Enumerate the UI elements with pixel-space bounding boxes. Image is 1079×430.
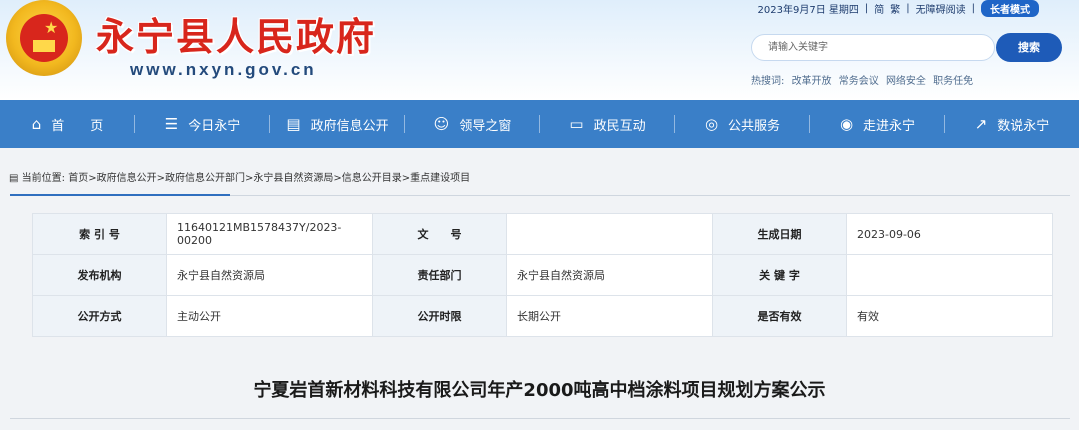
- hot-word-link[interactable]: 改革开放: [792, 76, 832, 87]
- nav-label: 政府信息公开: [310, 118, 389, 134]
- simplified-link[interactable]: 简: [874, 1, 884, 16]
- hot-word-link[interactable]: 常务会议: [839, 76, 879, 87]
- nav-item-gov-info[interactable]: ▤ 政府信息公开: [270, 100, 405, 148]
- document-icon: ▤: [286, 115, 301, 133]
- keyword-label: 关 键 字: [712, 254, 847, 296]
- keyword-value: [846, 254, 1053, 296]
- nav-label: 首 页: [51, 118, 104, 134]
- nav-item-interaction[interactable]: ▭ 政民互动: [540, 100, 675, 148]
- accessible-reading-link[interactable]: 无障碍阅读: [916, 1, 966, 16]
- breadcrumb-accent: [10, 194, 230, 196]
- table-row: 公开方式 主动公开 公开时限 长期公开 是否有效 有效: [32, 295, 1053, 337]
- publisher-label: 发布机构: [32, 254, 167, 296]
- hot-word-link[interactable]: 职务任免: [933, 76, 973, 87]
- search-button[interactable]: 搜索: [996, 33, 1062, 62]
- chat-icon: ▭: [569, 115, 584, 133]
- generated-date-value: 2023-09-06: [846, 213, 1053, 255]
- doc-number-value: [506, 213, 713, 255]
- nav-item-today[interactable]: ☰ 今日永宁: [135, 100, 270, 148]
- responsible-dept-label: 责任部门: [372, 254, 507, 296]
- breadcrumb-path[interactable]: 首页>政府信息公开>政府信息公开部门>永宁县自然资源局>信息公开目录>重点建设项…: [68, 173, 470, 184]
- doc-number-label: 文 号: [372, 213, 507, 255]
- people-icon: ☺: [433, 115, 450, 133]
- list-icon: ☰: [164, 115, 179, 133]
- nav-item-home[interactable]: ⌂ 首 页: [0, 100, 135, 148]
- validity-value: 有效: [846, 295, 1053, 337]
- nav-label: 数说永宁: [997, 118, 1050, 134]
- home-icon: ⌂: [31, 115, 42, 133]
- breadcrumb: ▤ 当前位置: 首页>政府信息公开>政府信息公开部门>永宁县自然资源局>信息公开…: [9, 169, 470, 184]
- trend-icon: ↗: [974, 115, 988, 133]
- index-value: 11640121MB1578437Y/2023-00200: [166, 213, 373, 255]
- disclosure-mode-value: 主动公开: [166, 295, 373, 337]
- nav-item-data[interactable]: ↗ 数说永宁: [945, 100, 1079, 148]
- disclosure-time-value: 长期公开: [506, 295, 713, 337]
- index-label: 索 引 号: [32, 213, 167, 255]
- nav-label: 走进永宁: [863, 118, 916, 134]
- header: ★ 永宁县人民政府 www.nxyn.gov.cn 2023年9月7日 星期四 …: [0, 0, 1079, 100]
- generated-date-label: 生成日期: [712, 213, 847, 255]
- table-row: 索 引 号 11640121MB1578437Y/2023-00200 文 号 …: [32, 213, 1053, 255]
- nav-label: 政民互动: [593, 118, 646, 134]
- main-nav: ⌂ 首 页 ☰ 今日永宁 ▤ 政府信息公开 ☺ 领导之窗 ▭ 政民互动 ◎ 公共…: [0, 100, 1079, 148]
- compass-icon: ◎: [704, 115, 719, 133]
- nav-item-about[interactable]: ◉ 走进永宁: [810, 100, 945, 148]
- breadcrumb-icon: ▤: [9, 173, 19, 184]
- nav-item-public-service[interactable]: ◎ 公共服务: [675, 100, 810, 148]
- table-row: 发布机构 永宁县自然资源局 责任部门 永宁县自然资源局 关 键 字: [32, 254, 1053, 296]
- current-date: 2023年9月7日 星期四: [757, 4, 859, 16]
- article-title: 宁夏岩首新材料科技有限公司年产2000吨高中档涂料项目规划方案公示: [253, 380, 826, 401]
- nav-label: 公共服务: [728, 118, 781, 134]
- national-emblem-logo: ★: [6, 0, 82, 76]
- title-divider: [10, 418, 1070, 419]
- hot-word-link[interactable]: 网络安全: [886, 76, 926, 87]
- nav-label: 领导之窗: [459, 118, 512, 134]
- hot-words: 热搜词: 改革开放 常务会议 网络安全 职务任免: [751, 72, 977, 87]
- site-url: www.nxyn.gov.cn: [130, 60, 317, 79]
- location-icon: ◉: [839, 115, 854, 133]
- top-utility-bar: 2023年9月7日 星期四 | 简 繁 | 无障碍阅读 | 长者模式: [752, 0, 1039, 17]
- disclosure-mode-label: 公开方式: [32, 295, 167, 337]
- hot-words-label: 热搜词:: [751, 76, 785, 87]
- traditional-link[interactable]: 繁: [890, 1, 900, 16]
- breadcrumb-label: 当前位置:: [21, 173, 66, 184]
- nav-label: 今日永宁: [188, 118, 241, 134]
- disclosure-time-label: 公开时限: [372, 295, 507, 337]
- responsible-dept-value: 永宁县自然资源局: [506, 254, 713, 296]
- publisher-value: 永宁县自然资源局: [166, 254, 373, 296]
- validity-label: 是否有效: [712, 295, 847, 337]
- site-name[interactable]: 永宁县人民政府: [96, 6, 376, 61]
- nav-item-leaders[interactable]: ☺ 领导之窗: [405, 100, 540, 148]
- document-info-table: 索 引 号 11640121MB1578437Y/2023-00200 文 号 …: [32, 213, 1053, 337]
- search-input[interactable]: 请输入关键字: [751, 34, 995, 61]
- elder-mode-button[interactable]: 长者模式: [981, 0, 1039, 17]
